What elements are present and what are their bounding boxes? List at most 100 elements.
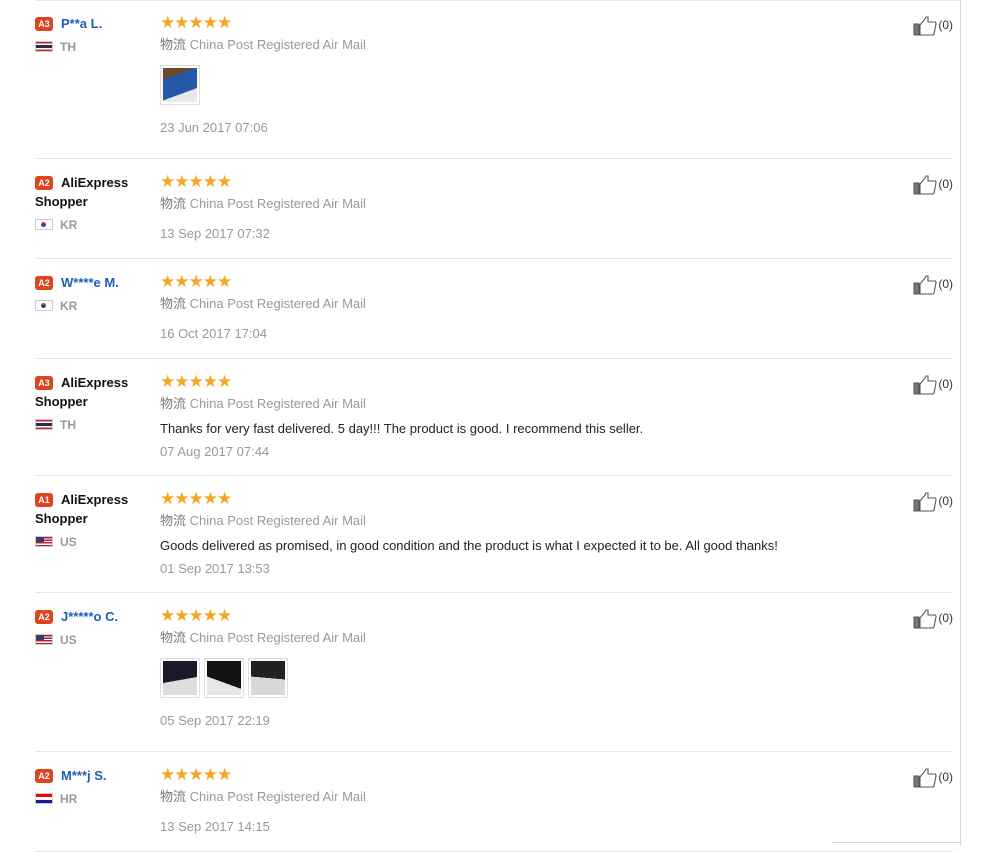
shipping-method: 物流 China Post Registered Air Mail	[160, 196, 880, 212]
review-item: A2 AliExpress Shopper KR ★★★★★ 物流 China P…	[35, 159, 953, 259]
reviewer-name-line: A2 J*****o C.	[35, 607, 145, 626]
reviewer-info: A3 P**a L. TH	[35, 14, 145, 55]
shipping-method: 物流 China Post Registered Air Mail	[160, 296, 880, 312]
helpful-count: (0)	[938, 18, 953, 33]
review-content: ★★★★★ 物流 China Post Registered Air Mail …	[160, 373, 880, 460]
buyer-level-badge: A2	[35, 610, 53, 624]
star-rating: ★★★★★	[160, 606, 232, 625]
buyer-level-badge: A1	[35, 493, 53, 507]
review-item: A1 AliExpress Shopper US ★★★★★ 物流 China P…	[35, 476, 953, 593]
helpful-button[interactable]: (0)	[913, 492, 953, 512]
buyer-level-badge: A3	[35, 17, 53, 31]
reviewer-name[interactable]: M***j S.	[61, 768, 107, 783]
review-text: Thanks for very fast delivered. 5 day!!!…	[160, 421, 644, 436]
country-code: KR	[60, 299, 78, 313]
star-rating: ★★★★★	[160, 13, 232, 32]
reviewer-country: TH	[35, 417, 145, 433]
review-date: 07 Aug 2017 07:44	[160, 444, 270, 459]
reviewer-name-line: A2 W****e M.	[35, 273, 145, 292]
shipping-value: China Post Registered Air Mail	[189, 296, 366, 311]
shipping-label: 物流	[160, 630, 187, 645]
shipping-method: 物流 China Post Registered Air Mail	[160, 396, 880, 412]
helpful-button[interactable]: (0)	[913, 768, 953, 788]
reviewer-name[interactable]: P**a L.	[61, 16, 102, 31]
reviewer-name-line: A3 P**a L.	[35, 14, 145, 33]
shipping-label: 物流	[160, 789, 187, 804]
helpful-count: (0)	[938, 494, 953, 509]
thumbs-up-icon	[913, 16, 937, 36]
thumbs-up-icon	[913, 175, 937, 195]
shipping-label: 物流	[160, 296, 187, 311]
helpful-button[interactable]: (0)	[913, 375, 953, 395]
reviewer-country: TH	[35, 39, 145, 55]
reviewer-country: KR	[35, 298, 145, 314]
review-content: ★★★★★ 物流 China Post Registered Air Mail …	[160, 173, 880, 242]
buyer-level-badge: A3	[35, 376, 53, 390]
star-rating: ★★★★★	[160, 272, 232, 291]
thumbs-up-icon	[913, 492, 937, 512]
shipping-method: 物流 China Post Registered Air Mail	[160, 513, 880, 529]
country-code: US	[60, 535, 77, 549]
review-list: A3 P**a L. TH ★★★★★ 物流 China Post Registe…	[35, 0, 953, 852]
helpful-count: (0)	[938, 377, 953, 392]
review-text: Goods delivered as promised, in good con…	[160, 538, 778, 553]
star-rating: ★★★★★	[160, 489, 232, 508]
shipping-label: 物流	[160, 37, 187, 52]
shipping-method: 物流 China Post Registered Air Mail	[160, 789, 880, 805]
reviewer-country: HR	[35, 791, 145, 807]
country-flag-icon	[35, 300, 53, 311]
country-code: TH	[60, 40, 76, 54]
star-rating: ★★★★★	[160, 172, 232, 191]
shipping-value: China Post Registered Air Mail	[189, 513, 366, 528]
review-date: 16 Oct 2017 17:04	[160, 326, 267, 341]
country-flag-icon	[35, 634, 53, 645]
buyer-level-badge: A2	[35, 276, 53, 290]
star-rating: ★★★★★	[160, 765, 232, 784]
review-date: 13 Sep 2017 14:15	[160, 819, 270, 834]
reviewer-info: A2 W****e M. KR	[35, 273, 145, 314]
star-rating: ★★★★★	[160, 372, 232, 391]
buyer-level-badge: A2	[35, 176, 53, 190]
review-photo-thumbnail[interactable]	[204, 658, 244, 698]
review-photo-thumbnail[interactable]	[160, 65, 200, 105]
helpful-button[interactable]: (0)	[913, 175, 953, 195]
helpful-count: (0)	[938, 611, 953, 626]
reviewer-name-line: A2 AliExpress Shopper	[35, 173, 145, 211]
reviewer-name[interactable]: W****e M.	[61, 275, 119, 290]
review-photo-thumbnail[interactable]	[248, 658, 288, 698]
review-date: 05 Sep 2017 22:19	[160, 713, 270, 728]
reviewer-name-line: A2 M***j S.	[35, 766, 145, 785]
country-code: TH	[60, 418, 76, 432]
reviewer-country: US	[35, 632, 145, 648]
review-date: 01 Sep 2017 13:53	[160, 561, 270, 576]
reviewer-info: A3 AliExpress Shopper TH	[35, 373, 145, 433]
reviewer-name-line: A3 AliExpress Shopper	[35, 373, 145, 411]
country-flag-icon	[35, 793, 53, 804]
shipping-label: 物流	[160, 196, 187, 211]
helpful-button[interactable]: (0)	[913, 275, 953, 295]
helpful-button[interactable]: (0)	[913, 609, 953, 629]
review-item: A2 J*****o C. US ★★★★★ 物流 China Post Regi…	[35, 593, 953, 752]
helpful-button[interactable]: (0)	[913, 16, 953, 36]
reviewer-name[interactable]: J*****o C.	[61, 609, 118, 624]
shipping-value: China Post Registered Air Mail	[189, 37, 366, 52]
country-code: US	[60, 633, 77, 647]
right-border	[960, 0, 961, 846]
buyer-level-badge: A2	[35, 769, 53, 783]
reviewer-country: KR	[35, 217, 145, 233]
shipping-label: 物流	[160, 396, 187, 411]
review-item: A2 W****e M. KR ★★★★★ 物流 China Post Regis…	[35, 259, 953, 359]
review-photo-thumbnail[interactable]	[160, 658, 200, 698]
shipping-value: China Post Registered Air Mail	[189, 396, 366, 411]
reviewer-info: A1 AliExpress Shopper US	[35, 490, 145, 550]
helpful-count: (0)	[938, 277, 953, 292]
review-item: A3 P**a L. TH ★★★★★ 物流 China Post Registe…	[35, 0, 953, 159]
review-content: ★★★★★ 物流 China Post Registered Air Mail …	[160, 14, 880, 136]
shipping-label: 物流	[160, 513, 187, 528]
review-content: ★★★★★ 物流 China Post Registered Air Mail …	[160, 490, 880, 577]
country-flag-icon	[35, 41, 53, 52]
helpful-count: (0)	[938, 177, 953, 192]
country-flag-icon	[35, 419, 53, 430]
review-date: 13 Sep 2017 07:32	[160, 226, 270, 241]
reviewer-name-line: A1 AliExpress Shopper	[35, 490, 145, 528]
